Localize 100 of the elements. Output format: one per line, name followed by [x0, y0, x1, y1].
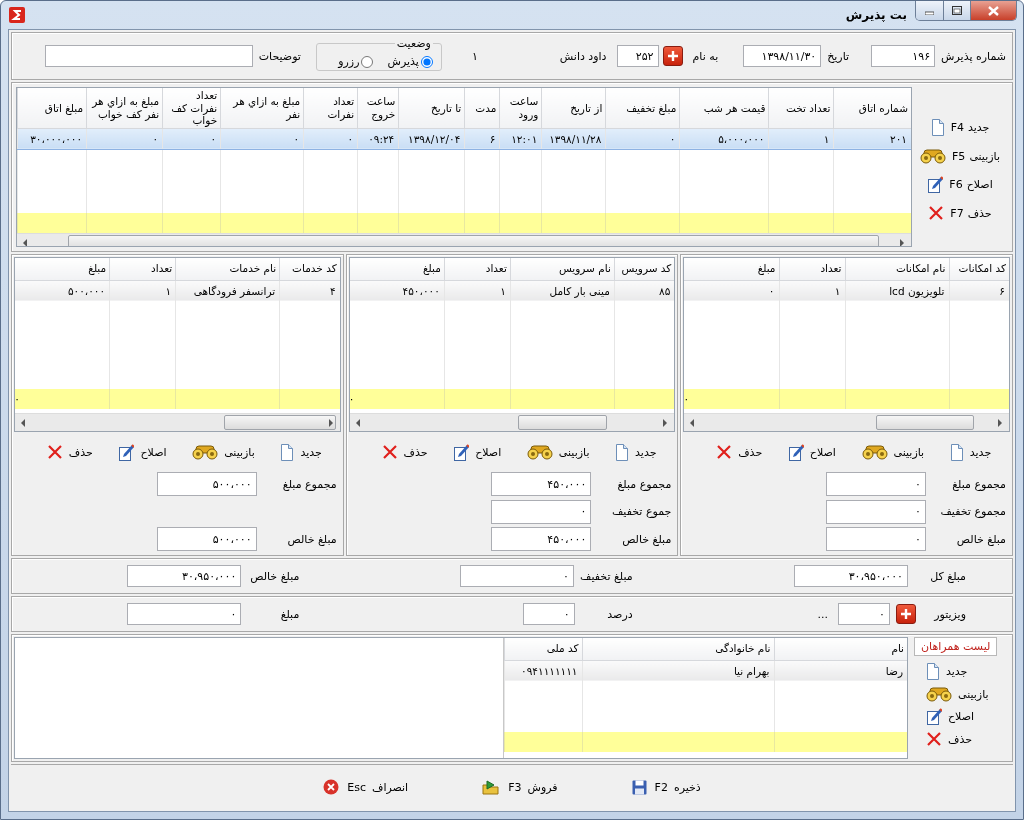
- amount-field[interactable]: ۰: [826, 472, 926, 496]
- field-label: مجموع تخفیف: [939, 505, 1006, 518]
- amount-field[interactable]: ۰: [826, 527, 926, 551]
- amount-field[interactable]: ۰: [826, 499, 926, 524]
- column-header[interactable]: مبلغ به ازاي هر نفر: [220, 88, 304, 129]
- column-header[interactable]: کد سرویس: [614, 258, 675, 280]
- guest-name: داود دانش: [559, 49, 607, 63]
- amount-field[interactable]: ۴۵۰،۰۰۰: [491, 472, 592, 496]
- field-label: شماره پذیرش: [941, 49, 1006, 63]
- table-cell: ۰: [162, 128, 221, 150]
- amount-field[interactable]: ۵۰۰،۰۰۰: [156, 527, 257, 551]
- table-row[interactable]: ۶ تلویزیون lcd ۱ ۰: [684, 280, 1009, 301]
- field-label: مبلغ تخفیف: [580, 569, 633, 583]
- column-header[interactable]: از تاریخ: [541, 88, 606, 129]
- edit-button[interactable]: اصلاح: [451, 442, 504, 462]
- delete-button[interactable]: حذف: [714, 443, 765, 461]
- radio-label[interactable]: پذیرش: [387, 55, 419, 68]
- new-button[interactable]: جدید: [278, 442, 324, 462]
- view-button[interactable]: بازبینی: [924, 685, 991, 703]
- table-cell: ۰: [684, 280, 779, 301]
- column-header[interactable]: کد امکانات: [949, 258, 1009, 280]
- field-label: مبلغ: [279, 607, 300, 621]
- window-title: بت پذیرش: [845, 8, 907, 22]
- column-header[interactable]: تا تاریخ: [398, 88, 465, 129]
- column-header[interactable]: قیمت هر شب: [679, 88, 769, 129]
- amount-field[interactable]: ۵۰۰،۰۰۰: [156, 472, 257, 496]
- field-label: ویزیتور: [932, 607, 966, 621]
- table-cell: ترانسفر فرودگاهی: [175, 280, 280, 301]
- column-header[interactable]: نام امکانات: [845, 258, 949, 280]
- column-header[interactable]: ساعت خروج: [357, 88, 399, 129]
- field-label: درصد: [606, 607, 633, 621]
- guest-code-field[interactable]: ۲۵۲: [616, 45, 659, 67]
- new-button[interactable]: جدید: [947, 442, 994, 462]
- table-cell: تلویزیون lcd: [845, 280, 949, 301]
- percent-field[interactable]: ۰: [522, 603, 575, 625]
- field-label: تاریخ: [827, 49, 850, 63]
- column-header[interactable]: تعداد نفرات: [303, 88, 358, 129]
- table-cell: ۴۵۰،۰۰۰: [349, 280, 445, 301]
- table-cell: ۱: [444, 280, 511, 301]
- new-button[interactable]: جدید: [613, 442, 659, 462]
- view-button[interactable]: بازبینی: [859, 443, 927, 461]
- table-row[interactable]: رضا بهرام نیا ۰۹۴۱۱۱۱۱۱۱: [504, 660, 907, 681]
- radio-label[interactable]: رزرو: [338, 55, 360, 68]
- column-header[interactable]: تعداد: [779, 258, 845, 280]
- table-cell: ۱۳۹۸/۱۲/۰۴: [398, 128, 465, 150]
- column-header[interactable]: مبلغ: [684, 258, 779, 280]
- delete-button[interactable]: حذف: [44, 443, 95, 461]
- edit-button[interactable]: اصلاح: [924, 707, 977, 726]
- column-header[interactable]: مبلغ به ازاي هر نفر کف خواب: [86, 88, 163, 129]
- column-header[interactable]: شماره اتاق: [833, 88, 911, 129]
- field-label: مبلغ خالص: [955, 532, 1006, 546]
- table-row[interactable]: ۴ ترانسفر فرودگاهی ۱ ۵۰۰،۰۰۰: [15, 280, 340, 301]
- column-header[interactable]: نام خانوادگی: [582, 638, 774, 660]
- column-header[interactable]: مبلغ: [349, 258, 445, 280]
- tab[interactable]: لیست همراهان: [914, 637, 998, 656]
- column-header[interactable]: نام سرویس: [510, 258, 615, 280]
- amount-field[interactable]: ۴۵۰،۰۰۰: [491, 527, 592, 551]
- amount-field[interactable]: ۰: [491, 499, 592, 524]
- column-header[interactable]: کد خدمات: [279, 258, 340, 280]
- view-button[interactable]: بازبینی: [524, 443, 592, 461]
- table-cell: ۰: [303, 128, 358, 150]
- table-row[interactable]: ۲۰۱ ۱ ۵،۰۰۰،۰۰۰ ۰ ۱۳۹۸/۱۱/۲۸ ۱۲:۰۱ ۶ ۱۳۹۸/۱۲/۰۴ ۰۹:۲۴ ۰ ۰ ۰ ۰ ۳۰،۰۰۰،۰۰۰: [17, 128, 911, 150]
- column-header[interactable]: تعداد تخت: [768, 88, 834, 129]
- field-label: جموع تخفیف: [611, 505, 672, 518]
- new-button[interactable]: جدید: [924, 662, 970, 681]
- column-header[interactable]: تعداد: [109, 258, 176, 280]
- group-title: وضعیت: [395, 37, 432, 50]
- number-text: ۱: [471, 49, 478, 63]
- delete-button[interactable]: حذف: [924, 730, 974, 748]
- table-cell: ۰: [15, 388, 110, 409]
- field-label: مبلغ کل: [929, 569, 966, 583]
- column-header[interactable]: تعداد نفرات کف خواب: [162, 88, 221, 129]
- table-row[interactable]: ۸۵ مینی بار کامل ۱ ۴۵۰،۰۰۰: [349, 280, 675, 301]
- field-label: مجموع مبلغ: [951, 477, 1006, 491]
- reception-number-field[interactable]: ۱۹۶: [871, 45, 936, 67]
- column-header[interactable]: مبلغ: [15, 258, 110, 280]
- amount-field[interactable]: ۳۰،۹۵۰،۰۰۰: [794, 565, 908, 587]
- visitor-field[interactable]: ۰: [838, 603, 890, 625]
- table-cell: ۶: [949, 280, 1009, 301]
- field-label: به نام: [692, 49, 719, 63]
- table-cell: ۸۵: [614, 280, 675, 301]
- column-header[interactable]: کد ملی: [504, 638, 582, 660]
- column-header[interactable]: مبلغ اتاق: [17, 88, 87, 129]
- date-field[interactable]: ۱۳۹۸/۱۱/۳۰: [743, 45, 822, 67]
- column-header[interactable]: نام خدمات: [175, 258, 280, 280]
- amount-field[interactable]: ۰: [127, 603, 242, 625]
- column-header[interactable]: ساعت ورود: [499, 88, 542, 129]
- amount-field[interactable]: ۰: [460, 565, 575, 587]
- field-label: مبلغ خالص: [249, 569, 300, 583]
- field-label: مبلغ خالص: [621, 532, 672, 546]
- column-header[interactable]: مبلغ تخفیف: [605, 88, 680, 129]
- view-button[interactable]: بازبینی: [190, 443, 257, 461]
- edit-button[interactable]: اصلاح: [116, 442, 169, 462]
- column-header[interactable]: مدت: [464, 88, 500, 129]
- column-header[interactable]: تعداد: [444, 258, 511, 280]
- edit-button[interactable]: اصلاح: [785, 442, 838, 462]
- delete-button[interactable]: حذف: [379, 443, 430, 461]
- amount-field[interactable]: ۳۰،۹۵۰،۰۰۰: [127, 565, 242, 587]
- table-cell: ۰۹۴۱۱۱۱۱۱۱: [504, 660, 582, 681]
- column-header[interactable]: نام: [774, 638, 907, 660]
